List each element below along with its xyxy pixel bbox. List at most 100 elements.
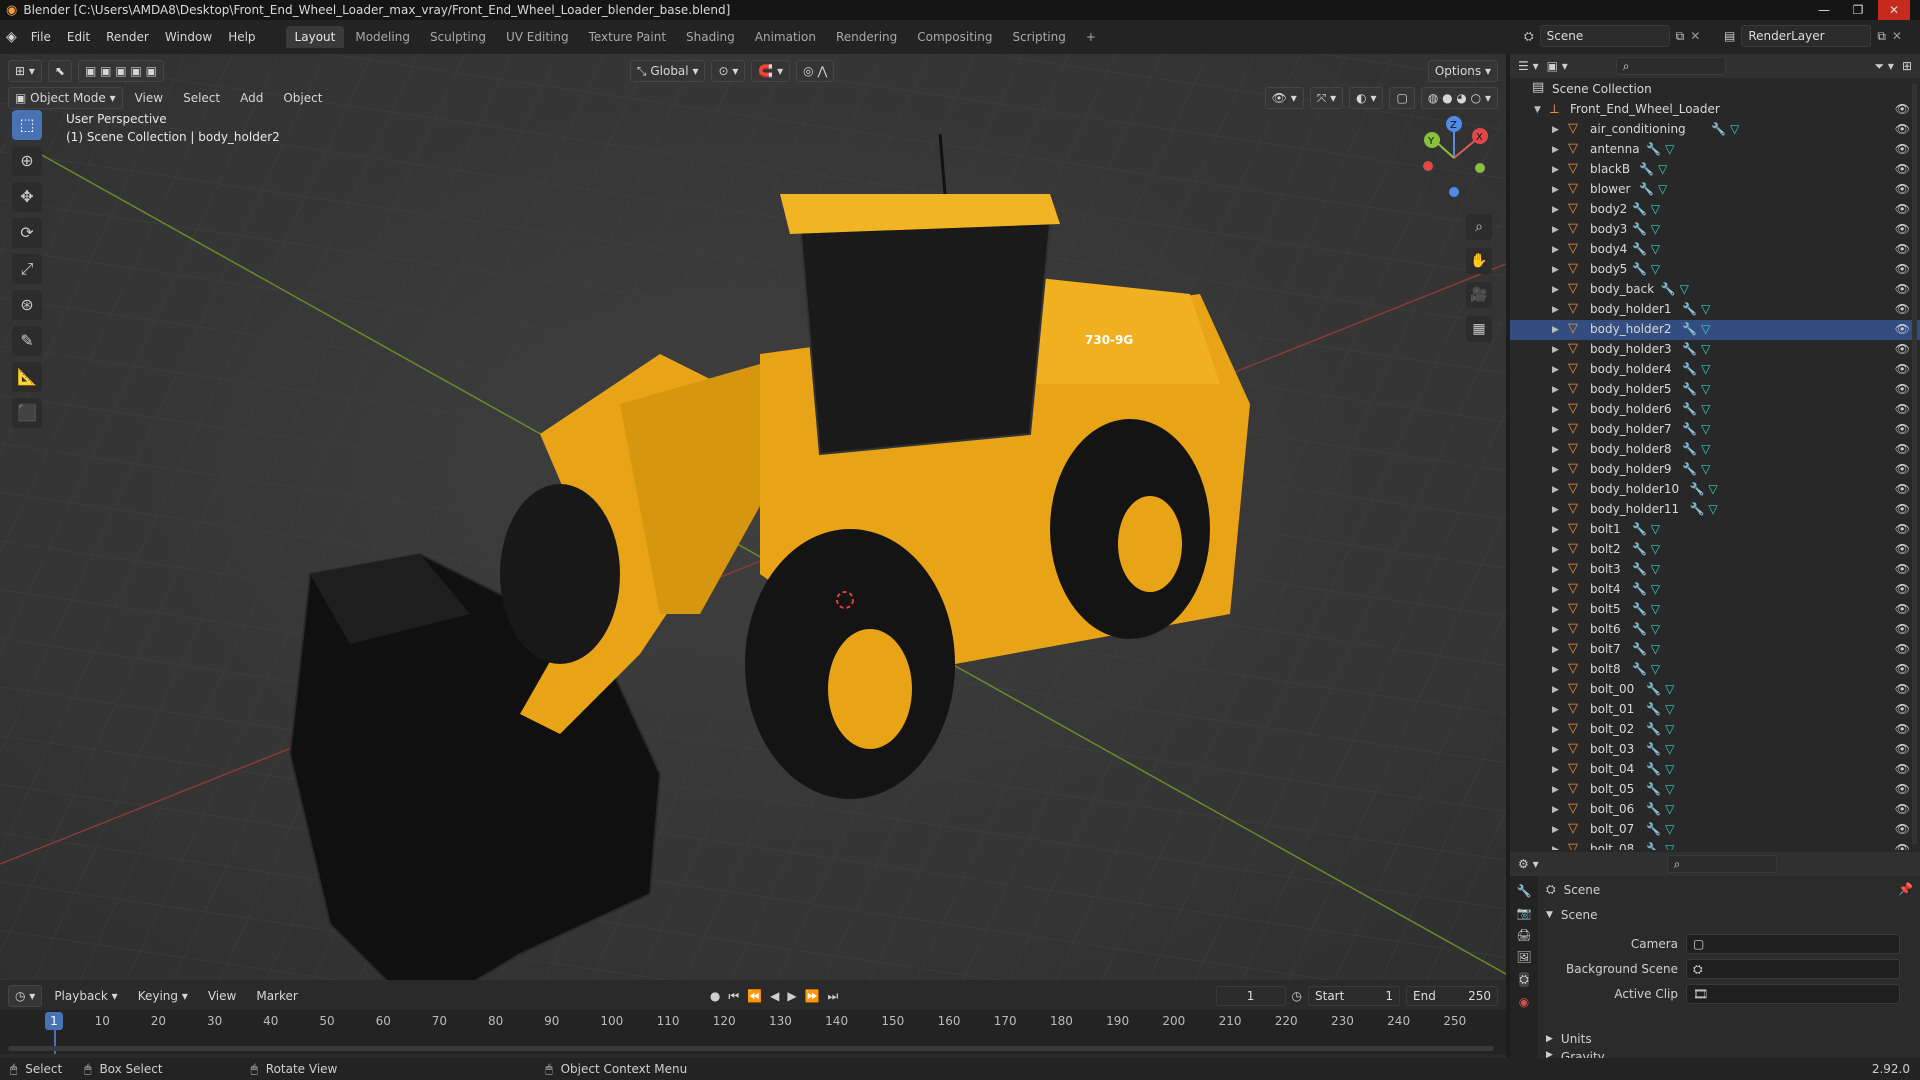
outliner-row[interactable]: ▶ ▽ body_holder3 🔧 ▽ 👁 bbox=[1510, 340, 1920, 360]
outliner-row[interactable]: ▶ ▽ blackB 🔧 ▽ 👁 bbox=[1510, 160, 1920, 180]
outliner-row[interactable]: ▶ ▽ body_holder10 🔧 ▽ 👁 bbox=[1510, 480, 1920, 500]
visibility-eye-icon[interactable]: 👁 bbox=[1895, 582, 1910, 596]
visibility-eye-icon[interactable]: 👁 bbox=[1895, 322, 1910, 336]
blender-menu-icon[interactable]: ◈ bbox=[6, 29, 17, 45]
outliner-row[interactable]: ▶ ▽ bolt_07 🔧 ▽ 👁 bbox=[1510, 820, 1920, 840]
gizmo-toggle-icon[interactable]: ⤧ ▾ bbox=[1309, 87, 1344, 109]
modifier-icon[interactable]: 🔧 bbox=[1646, 142, 1665, 156]
delete-view-layer-icon[interactable]: ✕ bbox=[1892, 29, 1902, 43]
expand-arrow-icon[interactable]: ▶ bbox=[1552, 165, 1559, 175]
record-icon[interactable]: ● bbox=[710, 989, 720, 1003]
expand-arrow-icon[interactable]: ▶ bbox=[1552, 605, 1559, 615]
timeline-menu-view[interactable]: View bbox=[200, 985, 244, 1007]
mesh-data-icon[interactable]: ▽ bbox=[1680, 282, 1689, 296]
ortho-grid-icon[interactable]: ▦ bbox=[1466, 316, 1492, 342]
navigation-gizmo[interactable]: Z X Y bbox=[1406, 110, 1502, 206]
modifier-icon[interactable]: 🔧 bbox=[1646, 782, 1665, 796]
render-tab-icon[interactable]: 📷 bbox=[1517, 906, 1532, 920]
play-reverse-icon[interactable]: ◀ bbox=[770, 989, 779, 1003]
visibility-eye-icon[interactable]: 👁 bbox=[1895, 622, 1910, 636]
prev-keyframe-icon[interactable]: ⏪ bbox=[747, 989, 762, 1003]
mesh-data-icon[interactable]: ▽ bbox=[1651, 562, 1660, 576]
mesh-data-icon[interactable]: ▽ bbox=[1701, 302, 1710, 316]
outliner-row[interactable]: ▶ ▽ body_holder8 🔧 ▽ 👁 bbox=[1510, 440, 1920, 460]
editor-type-button[interactable]: ⊞ ▾ bbox=[8, 60, 42, 82]
xray-icon[interactable]: ▢ bbox=[1389, 87, 1415, 109]
mesh-data-icon[interactable]: ▽ bbox=[1651, 262, 1660, 276]
expand-arrow-icon[interactable]: ▶ bbox=[1552, 205, 1559, 215]
outliner-search-input[interactable]: ⌕ bbox=[1615, 57, 1726, 75]
scene-panel-header[interactable]: ▼ Scene bbox=[1546, 908, 1598, 922]
add-cube-tool-icon[interactable]: ⬛ bbox=[12, 398, 42, 428]
visibility-eye-icon[interactable]: 👁 bbox=[1895, 722, 1910, 736]
modifier-icon[interactable]: 🔧 bbox=[1690, 502, 1709, 516]
expand-arrow-icon[interactable]: ▶ bbox=[1552, 305, 1559, 315]
visibility-eye-icon[interactable]: 👁 bbox=[1895, 522, 1910, 536]
outliner-row[interactable]: ▶ ▽ body_holder9 🔧 ▽ 👁 bbox=[1510, 460, 1920, 480]
visibility-eye-icon[interactable]: 👁 bbox=[1895, 542, 1910, 556]
mesh-data-icon[interactable]: ▽ bbox=[1665, 142, 1674, 156]
menu-render[interactable]: Render bbox=[98, 26, 157, 48]
visibility-eye-icon[interactable]: 👁 bbox=[1895, 142, 1910, 156]
viewport-menu-object[interactable]: Object bbox=[275, 87, 330, 109]
mesh-data-icon[interactable]: ▽ bbox=[1665, 762, 1674, 776]
options-dropdown[interactable]: Options ▾ bbox=[1427, 60, 1498, 82]
visibility-eye-icon[interactable]: 👁 bbox=[1895, 822, 1910, 836]
display-mode-icon[interactable]: ▣ ▾ bbox=[1547, 59, 1568, 73]
tab-compositing[interactable]: Compositing bbox=[908, 26, 1001, 48]
expand-arrow-icon[interactable]: ▶ bbox=[1552, 765, 1559, 775]
expand-arrow-icon[interactable]: ▶ bbox=[1552, 845, 1559, 850]
visibility-eye-icon[interactable]: 👁 bbox=[1895, 702, 1910, 716]
selection-mode-icons[interactable]: ▣ ▣ ▣ ▣ ▣ bbox=[77, 60, 164, 82]
expand-arrow-icon[interactable]: ▶ bbox=[1552, 545, 1559, 555]
outliner-row[interactable]: ▶ ▽ bolt2 🔧 ▽ 👁 bbox=[1510, 540, 1920, 560]
outliner-row[interactable]: ▶ ▽ bolt_00 🔧 ▽ 👁 bbox=[1510, 680, 1920, 700]
expand-arrow-icon[interactable]: ▶ bbox=[1552, 805, 1559, 815]
expand-arrow-icon[interactable]: ▶ bbox=[1552, 325, 1559, 335]
expand-arrow-icon[interactable]: ▶ bbox=[1552, 685, 1559, 695]
mesh-data-icon[interactable]: ▽ bbox=[1651, 602, 1660, 616]
outliner-row[interactable]: ▶ ▽ body_holder11 🔧 ▽ 👁 bbox=[1510, 500, 1920, 520]
modifier-icon[interactable]: 🔧 bbox=[1646, 722, 1665, 736]
timeline-menu-keying[interactable]: Keying ▾ bbox=[130, 985, 196, 1007]
mesh-data-icon[interactable]: ▽ bbox=[1708, 482, 1717, 496]
expand-arrow-icon[interactable]: ▶ bbox=[1552, 445, 1559, 455]
outliner-row[interactable]: ▶ ▽ bolt_05 🔧 ▽ 👁 bbox=[1510, 780, 1920, 800]
zoom-icon[interactable]: ⌕ bbox=[1466, 214, 1492, 240]
visibility-eye-icon[interactable]: 👁 bbox=[1895, 242, 1910, 256]
menu-file[interactable]: File bbox=[23, 26, 59, 48]
outliner-row[interactable]: ▶ ▽ body_holder4 🔧 ▽ 👁 bbox=[1510, 360, 1920, 380]
tab-uv-editing[interactable]: UV Editing bbox=[497, 26, 578, 48]
visibility-eye-icon[interactable]: 👁 bbox=[1895, 682, 1910, 696]
visibility-eye-icon[interactable]: 👁 bbox=[1895, 742, 1910, 756]
modifier-icon[interactable]: 🔧 bbox=[1646, 702, 1665, 716]
tab-layout[interactable]: Layout bbox=[285, 26, 345, 48]
select-tool-icon[interactable]: ⬉ bbox=[47, 60, 72, 82]
expand-arrow-icon[interactable]: ▶ bbox=[1552, 145, 1559, 155]
start-frame-field[interactable]: Start 1 bbox=[1308, 986, 1400, 1006]
filter-icon[interactable]: ⏷ ▾ bbox=[1874, 59, 1893, 74]
menu-window[interactable]: Window bbox=[157, 26, 220, 48]
expand-arrow-icon[interactable]: ▶ bbox=[1552, 705, 1559, 715]
visibility-eye-icon[interactable]: 👁 bbox=[1895, 202, 1910, 216]
modifier-icon[interactable]: 🔧 bbox=[1682, 442, 1701, 456]
properties-editor-type-icon[interactable]: ⚙ ▾ bbox=[1518, 857, 1539, 871]
modifier-icon[interactable]: 🔧 bbox=[1632, 662, 1651, 676]
collapse-arrow-icon[interactable]: ▼ bbox=[1534, 105, 1541, 115]
mesh-data-icon[interactable]: ▽ bbox=[1701, 402, 1710, 416]
mesh-data-icon[interactable]: ▽ bbox=[1665, 802, 1674, 816]
viewport-menu-view[interactable]: View bbox=[127, 87, 171, 109]
modifier-icon[interactable]: 🔧 bbox=[1632, 202, 1651, 216]
scene-tab-icon[interactable]: ⛭ bbox=[1519, 972, 1529, 987]
modifier-icon[interactable]: 🔧 bbox=[1646, 842, 1665, 850]
end-frame-field[interactable]: End 250 bbox=[1406, 986, 1498, 1006]
maximize-button[interactable]: ❐ bbox=[1842, 0, 1874, 20]
move-tool-icon[interactable]: ✥ bbox=[12, 182, 42, 212]
expand-arrow-icon[interactable]: ▶ bbox=[1552, 645, 1559, 655]
menu-edit[interactable]: Edit bbox=[59, 26, 98, 48]
mesh-data-icon[interactable]: ▽ bbox=[1730, 122, 1739, 136]
visibility-eye-icon[interactable]: 👁 bbox=[1895, 662, 1910, 676]
tab-texture-paint[interactable]: Texture Paint bbox=[580, 26, 675, 48]
expand-arrow-icon[interactable]: ▶ bbox=[1552, 185, 1559, 195]
visibility-eye-icon[interactable]: 👁 bbox=[1895, 362, 1910, 376]
